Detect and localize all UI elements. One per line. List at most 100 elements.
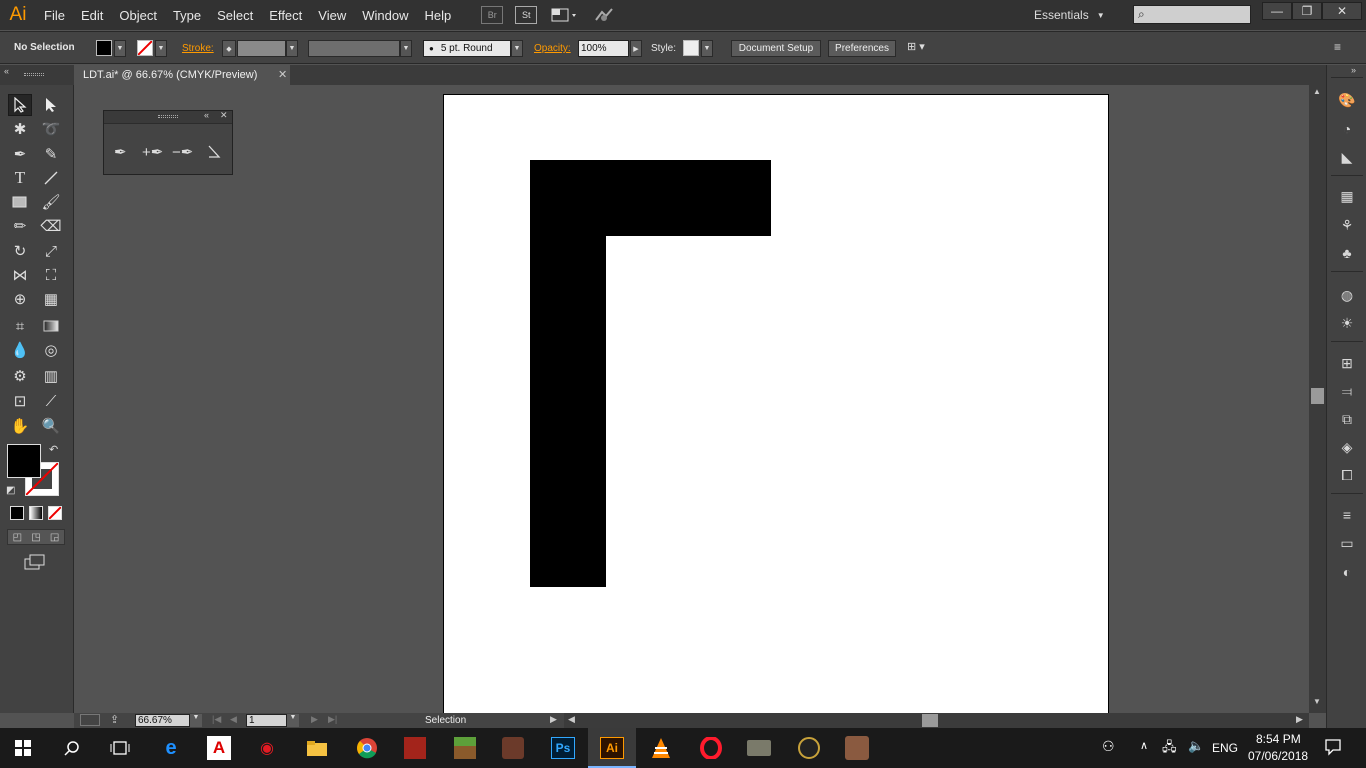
line-tool-icon[interactable] [39,167,63,189]
artboards-panel-icon[interactable]: ⧠ [1337,465,1357,485]
menu-help[interactable]: Help [416,0,459,30]
eyedropper-tool-icon[interactable]: 💧 [8,339,32,361]
color-panel-icon[interactable]: 🎨 [1337,90,1357,110]
delete-anchor-point-tool-icon[interactable]: −✒ [172,143,193,161]
scroll-up-icon[interactable]: ▲ [1313,87,1321,96]
symbol-sprayer-tool-icon[interactable]: ⚙ [8,365,32,387]
dota-icon[interactable] [400,733,430,763]
appearance-panel-icon[interactable]: ☀ [1337,313,1357,333]
add-anchor-point-tool-icon[interactable]: +✒ [142,143,163,161]
free-transform-tool-icon[interactable]: ⛶ [39,264,63,286]
clock-time[interactable]: 8:54 PM [1256,732,1301,746]
ps-icon[interactable]: Ps [548,733,578,763]
hand-tool-icon[interactable]: ✋ [8,415,32,437]
chrome-icon[interactable] [352,733,382,763]
gradient-mode-button[interactable] [29,506,43,520]
tools-panel-header[interactable]: « [0,65,74,85]
first-artboard-icon[interactable]: |◀ [212,714,221,725]
pen-panel-header[interactable]: « ✕ [104,110,232,124]
anchor-point-tool-icon[interactable] [207,144,221,163]
opacity-arrow[interactable]: ▶ [630,40,642,57]
pen-tool-icon[interactable]: ✒ [8,143,32,165]
game-emblem-icon[interactable] [794,733,824,763]
preferences-button[interactable]: Preferences [828,40,896,57]
swap-colors-icon[interactable]: ↶ [49,443,58,456]
stroke-label[interactable]: Stroke: [182,43,214,60]
language-indicator[interactable]: ENG [1212,741,1238,755]
file-explorer-icon[interactable] [302,733,332,763]
last-artboard-icon[interactable]: ▶| [328,714,337,725]
opera-icon[interactable] [696,733,726,763]
vlc-icon[interactable] [646,733,676,763]
draw-inside-icon[interactable]: ◲ [50,532,59,543]
collapse-dock-icon[interactable]: » [1351,65,1356,75]
graphic-style-swatch[interactable] [683,40,699,56]
brush-dropdown[interactable]: ▼ [511,40,523,57]
mesh-tool-icon[interactable]: ⌗ [8,315,32,337]
arrange-documents-icon[interactable] [551,6,579,24]
color-mode-button[interactable] [10,506,24,520]
symbols-panel-icon[interactable]: ♣ [1337,243,1357,263]
stroke-panel-icon[interactable]: ≡ [1337,505,1357,525]
brushes-panel-icon[interactable]: ⚘ [1337,215,1357,235]
stroke-weight-field[interactable] [237,40,286,57]
restore-button[interactable]: ❐ [1292,2,1322,20]
collapse-icon[interactable]: « [204,110,209,120]
task-view-icon[interactable] [105,733,135,763]
draw-normal-icon[interactable]: ◰ [13,532,22,543]
direct-selection-tool-icon[interactable] [39,94,63,116]
slice-tool-icon[interactable]: ⟋ [39,390,63,412]
clock-date[interactable]: 07/06/2018 [1248,749,1308,763]
document-setup-button[interactable]: Document Setup [731,40,821,57]
scroll-down-icon[interactable]: ▼ [1313,697,1321,706]
artboard[interactable] [443,94,1109,714]
graphic-style-dropdown[interactable]: ▼ [701,40,713,57]
blend-tool-icon[interactable]: ◎ [39,339,63,361]
menu-type[interactable]: Type [165,0,209,30]
variable-width-profile[interactable] [308,40,400,57]
menu-edit[interactable]: Edit [73,0,111,30]
opacity-label[interactable]: Opacity: [534,43,571,60]
record-app-icon[interactable]: ◉ [252,733,282,763]
selection-tool-icon[interactable] [8,94,32,116]
color-themes-panel-icon[interactable]: ◣ [1337,147,1357,167]
minimize-button[interactable]: — [1262,2,1292,20]
notification-center-icon[interactable] [1324,738,1342,759]
gpu-performance-icon[interactable] [593,6,615,24]
perspective-grid-tool-icon[interactable]: ▦ [39,288,63,310]
prev-artboard-icon[interactable]: ◀ [230,714,237,725]
variable-width-dropdown[interactable]: ▼ [400,40,412,57]
edge-icon[interactable]: e [156,733,186,763]
stroke-weight-dropdown[interactable]: ▼ [286,40,298,57]
column-graph-tool-icon[interactable]: ▥ [39,365,63,387]
help-search-input[interactable]: ⌕ [1133,5,1251,24]
zoom-dropdown[interactable]: ▼ [190,714,202,727]
horizontal-scroll-thumb[interactable] [922,714,938,727]
menu-effect[interactable]: Effect [261,0,310,30]
none-mode-button[interactable] [48,506,62,520]
draw-behind-icon[interactable]: ◳ [31,532,40,543]
type-tool-icon[interactable]: T [8,167,32,189]
status-text[interactable]: Selection [425,715,466,726]
menu-file[interactable]: File [36,0,73,30]
layers-panel-icon[interactable]: ◈ [1337,437,1357,457]
lasso-tool-icon[interactable]: ➰ [39,118,63,140]
rotate-tool-icon[interactable]: ↻ [8,240,32,262]
transparency-panel-icon[interactable]: ◐ [1337,562,1357,582]
vertical-scroll-thumb[interactable] [1311,388,1324,404]
acrobat-icon[interactable]: A [204,733,234,763]
search-icon[interactable] [57,733,87,763]
default-colors-icon[interactable]: ◩ [6,485,15,496]
volume-icon[interactable]: 🔈 [1188,738,1204,754]
screen-mode-icon[interactable] [24,554,46,570]
zoom-tool-icon[interactable]: 🔍 [39,415,63,437]
width-tool-icon[interactable]: ⋈ [8,264,32,286]
minecraft-icon[interactable] [450,733,480,763]
menu-select[interactable]: Select [209,0,261,30]
curvature-tool-icon[interactable]: ✎ [39,143,63,165]
pencil-tool-icon[interactable]: ✏ [8,215,32,237]
brush-definition[interactable]: ● 5 pt. Round [423,40,511,57]
stock-icon[interactable]: St [515,6,538,24]
fill-color-swatch-front[interactable] [7,444,41,478]
pathfinder-panel-icon[interactable]: ⧉ [1337,409,1357,429]
